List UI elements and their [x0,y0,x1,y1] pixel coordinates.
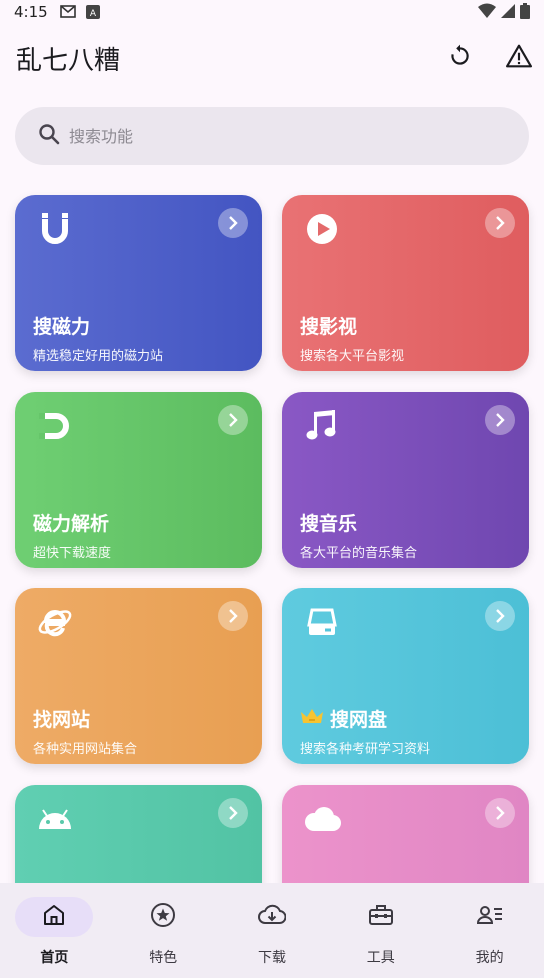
nav-tools[interactable]: 工具 [326,883,435,978]
crown-icon [300,707,324,730]
card-cloud-drive-search[interactable]: 搜网盘 搜索各种考研学习资料 [282,588,529,764]
nav-home[interactable]: 首页 [0,883,109,978]
magnet-u-icon [35,209,75,249]
chevron-right-icon[interactable] [485,405,515,435]
bottom-navigation: 首页 特色 下载 工具 我的 [0,883,544,978]
nav-label: 下载 [257,950,286,966]
toolbox-icon [368,903,394,931]
chevron-right-icon[interactable] [485,601,515,631]
card-subtitle: 各大平台的音乐集合 [300,546,418,561]
svg-text:A: A [90,9,97,19]
status-time: 4:15 [14,3,48,21]
nav-label: 工具 [366,950,395,966]
cloud-icon [302,799,342,839]
status-bar: 4:15 A [0,0,544,24]
search-input[interactable] [69,126,469,146]
play-circle-icon [302,209,342,249]
card-title: 磁力解析 [33,513,110,535]
nav-mine[interactable]: 我的 [435,883,544,978]
app-title: 乱七八糟 [16,46,121,76]
status-indicators [478,3,530,23]
card-title: 找网站 [33,709,91,731]
card-title: 搜影视 [300,316,358,338]
internet-explorer-icon [35,602,75,642]
wifi-icon [478,3,496,23]
chevron-right-icon[interactable] [218,405,248,435]
card-subtitle: 精选稳定好用的磁力站 [33,349,164,364]
card-subtitle: 搜索各大平台影视 [300,349,405,364]
star-circle-icon [150,902,176,932]
search-icon [37,122,61,150]
chevron-right-icon[interactable] [218,601,248,631]
card-magnet-parse[interactable]: 磁力解析 超快下载速度 [15,392,262,568]
cloud-download-icon [257,903,287,931]
card-music-search[interactable]: 搜音乐 各大平台的音乐集合 [282,392,529,568]
search-bar[interactable] [15,107,529,165]
music-note-icon [302,406,342,446]
mail-sync-icon [59,5,78,19]
refresh-icon [447,43,473,73]
nav-featured[interactable]: 特色 [109,883,218,978]
battery-icon [520,3,530,23]
signal-icon [500,3,516,23]
app-notification-icon: A [85,5,100,19]
card-subtitle: 搜索各种考研学习资料 [300,742,431,757]
nav-label: 我的 [475,950,504,966]
person-list-icon [476,903,504,931]
card-title: 搜网盘 [300,705,387,732]
home-icon [42,903,66,931]
hard-drive-icon [302,602,342,642]
card-title: 搜磁力 [33,316,91,338]
card-website-finder[interactable]: 找网站 各种实用网站集合 [15,588,262,764]
android-icon [35,799,75,839]
nav-label: 特色 [149,950,178,966]
card-title: 搜音乐 [300,513,358,535]
chevron-right-icon[interactable] [485,798,515,828]
card-subtitle: 各种实用网站集合 [33,742,138,757]
card-video-search[interactable]: 搜影视 搜索各大平台影视 [282,195,529,371]
chevron-right-icon[interactable] [485,208,515,238]
nav-indicator [15,897,94,937]
magnet-d-icon [35,406,75,446]
chevron-right-icon[interactable] [218,208,248,238]
warning-button[interactable] [503,42,535,74]
refresh-button[interactable] [444,42,476,74]
card-magnet-search[interactable]: 搜磁力 精选稳定好用的磁力站 [15,195,262,371]
chevron-right-icon[interactable] [218,798,248,828]
nav-label: 首页 [40,950,69,966]
card-subtitle: 超快下载速度 [33,546,112,561]
warning-icon [506,43,532,73]
nav-download[interactable]: 下载 [218,883,327,978]
